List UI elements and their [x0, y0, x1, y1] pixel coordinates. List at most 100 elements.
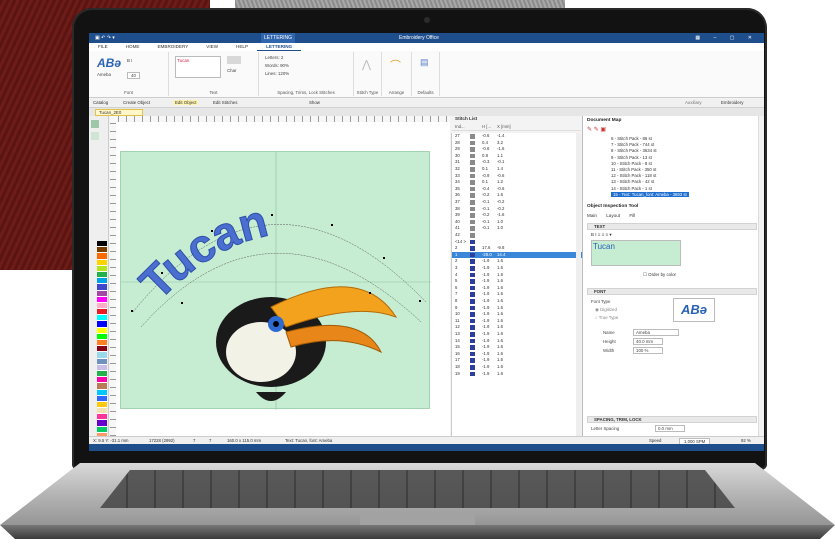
tree-item[interactable]: 12 - Stitch Pack - 118 st	[611, 173, 656, 178]
char-button[interactable]: Char	[227, 68, 237, 73]
table-row[interactable]: 32 0.1 1.4	[452, 166, 582, 173]
catalog-button[interactable]: Catalog	[93, 100, 108, 105]
tree-item[interactable]: 9 - Stitch Pack - 13 st	[611, 155, 652, 160]
edit-object-button[interactable]: Edit Object	[173, 100, 199, 105]
quick-access-toolbar[interactable]: ▣ ↶ ↷ ▾	[95, 33, 115, 43]
table-row[interactable]: 38 -0.1 -0.2	[452, 206, 582, 213]
font-size-input[interactable]: 40	[127, 72, 140, 79]
table-row[interactable]: <14 >	[452, 239, 582, 246]
font-name-select[interactable]: Ameba	[633, 329, 679, 336]
hoop-tool-icon[interactable]	[91, 132, 99, 140]
document-tab[interactable]: Tucan_2E0	[95, 109, 143, 116]
table-row[interactable]: 2 17.6 -9.8	[452, 245, 582, 252]
text-align-icon[interactable]	[227, 56, 241, 64]
window-controls[interactable]: ▦ – ▢ ✕	[695, 33, 758, 43]
font-preview[interactable]: ABə	[97, 56, 121, 70]
table-row[interactable]: 7 -1.9 1.6	[452, 291, 582, 298]
embroidery-hoop[interactable]: Tucan	[120, 151, 431, 410]
table-row[interactable]: 12 -1.9 1.6	[452, 324, 582, 331]
menu-help[interactable]: HELP	[227, 43, 257, 51]
defaults-icon[interactable]: ▤	[420, 57, 429, 68]
table-row[interactable]: 8 -1.9 1.6	[452, 298, 582, 305]
table-row[interactable]: 3 -1.9 1.6	[452, 265, 582, 272]
stitch-list-scrollbar[interactable]	[576, 133, 581, 436]
table-row[interactable]: 11 -1.9 1.6	[452, 318, 582, 325]
col-index[interactable]: Ind...	[455, 124, 465, 129]
tree-item[interactable]: 14 - Stitch Pack - 1 st	[611, 186, 652, 191]
lines-spacing[interactable]: Lines: 120%	[265, 71, 289, 76]
table-row[interactable]: 36 -0.2 1.6	[452, 192, 582, 199]
font-section-header[interactable]: FONT	[587, 288, 757, 295]
embroidery-toggle[interactable]: Embroidery	[721, 100, 743, 105]
arrange-icon[interactable]: ⌒	[390, 57, 401, 73]
col-h[interactable]: H [...	[482, 124, 491, 129]
col-x[interactable]: X [mm]	[497, 124, 511, 129]
text-section-header[interactable]: TEXT	[587, 223, 757, 230]
table-row[interactable]: 2 -1.9 1.6	[452, 258, 582, 265]
table-row[interactable]: 1 -28.0 14.4	[452, 251, 582, 259]
menu-lettering[interactable]: LETTERING	[257, 43, 302, 51]
tab-fill[interactable]: Fill	[629, 213, 635, 218]
table-row[interactable]: 5 -1.9 1.6	[452, 278, 582, 285]
words-spacing[interactable]: Words: 90%	[265, 63, 289, 68]
table-row[interactable]: 16 -1.9 1.6	[452, 351, 582, 358]
letters-spacing[interactable]: Letters: 2	[265, 55, 283, 60]
right-side-tabs[interactable]	[758, 116, 764, 436]
table-row[interactable]: 6 -1.9 1.6	[452, 285, 582, 292]
order-by-color-checkbox[interactable]: ☐ Order by color	[643, 272, 676, 278]
table-row[interactable]: 28 0.4 3.2	[452, 140, 582, 147]
inspection-text-input[interactable]: Tucan	[591, 240, 681, 266]
table-row[interactable]: 42	[452, 232, 582, 239]
table-row[interactable]: 4 -1.9 1.6	[452, 272, 582, 279]
edit-stitches-button[interactable]: Edit Stitches	[213, 100, 237, 105]
ribbon-text-input[interactable]: Tucan	[175, 56, 221, 78]
bold-italic-buttons[interactable]: B I	[127, 58, 132, 63]
table-row[interactable]: 10 -1.9 1.6	[452, 311, 582, 318]
tree-item[interactable]: 8 - Stitch Pack - 3634 st	[611, 148, 657, 153]
true-type-radio[interactable]: ○ True Type	[595, 315, 618, 320]
create-object-button[interactable]: Create Object	[123, 100, 150, 105]
auxiliary-toggle[interactable]: Auxiliary	[685, 100, 702, 105]
table-row[interactable]: 17 -1.9 1.6	[452, 357, 582, 364]
table-row[interactable]: 40 -0.1 1.0	[452, 219, 582, 226]
text-format-tools[interactable]: B I ≡ ≡ ≡ ▾	[591, 232, 612, 238]
table-row[interactable]: 18 -1.9 1.6	[452, 364, 582, 371]
tree-item[interactable]: 7 - Stitch Pack - 744 st	[611, 142, 654, 147]
tab-main[interactable]: Main	[587, 213, 597, 218]
stitch-list-panel[interactable]: Stitch List Ind... H [... X [mm] 27 -0.6-…	[451, 116, 582, 436]
menu-embroidery[interactable]: EMBROIDERY	[148, 43, 197, 51]
table-row[interactable]: 27 -0.6 -1.4	[452, 133, 582, 140]
design-canvas[interactable]: Tucan	[110, 116, 450, 436]
tree-item[interactable]: 13 - Stitch Pack - 42 st	[611, 179, 654, 184]
tree-item[interactable]: 11 - Stitch Pack - 350 st	[611, 167, 656, 172]
table-row[interactable]: 9 -1.9 1.6	[452, 305, 582, 312]
table-row[interactable]: 34 0.1 1.2	[452, 179, 582, 186]
spacing-section-header[interactable]: SPACING, TRIM, LOCK	[587, 416, 757, 423]
tree-item[interactable]: 6 - Stitch Pack - 86 st	[611, 136, 652, 141]
show-button[interactable]: Show	[309, 100, 320, 105]
height-input[interactable]: 40.0 mm	[633, 338, 663, 345]
tree-item[interactable]: 10 - Stitch Pack - 8 st	[611, 161, 652, 166]
table-row[interactable]: 35 -0.4 -0.6	[452, 186, 582, 193]
color-palette[interactable]	[97, 241, 107, 439]
table-row[interactable]: 30 0.8 1.1	[452, 153, 582, 160]
menu-file[interactable]: FILE	[89, 43, 117, 51]
tab-layout[interactable]: Layout	[606, 213, 620, 218]
menu-home[interactable]: HOME	[117, 43, 149, 51]
tree-item[interactable]: 15 - Text: Tucan_font: Ameba - 3693 st	[611, 191, 689, 197]
font-name[interactable]: Ameba	[97, 72, 111, 77]
stitch-type-icon[interactable]: ⋀	[362, 58, 371, 71]
table-row[interactable]: 33 -0.9 -0.6	[452, 173, 582, 180]
menu-view[interactable]: VIEW	[197, 43, 227, 51]
letter-spacing-input[interactable]: 0.0 mm	[655, 425, 685, 432]
table-row[interactable]: 37 -0.1 -0.2	[452, 199, 582, 206]
digitized-radio[interactable]: ◉ Digitized	[595, 307, 617, 313]
table-row[interactable]: 29 -0.6 -1.6	[452, 146, 582, 153]
table-row[interactable]: 19 -1.9 1.6	[452, 371, 582, 378]
table-row[interactable]: 13 -1.9 1.6	[452, 331, 582, 338]
select-tool-icon[interactable]	[91, 120, 99, 128]
width-input[interactable]: 100 %	[633, 347, 663, 354]
doc-map-tools-icon[interactable]: ✎ ✎ ▣	[587, 126, 606, 133]
table-row[interactable]: 41 -0.1 1.0	[452, 225, 582, 232]
table-row[interactable]: 31 -0.3 -0.1	[452, 159, 582, 166]
